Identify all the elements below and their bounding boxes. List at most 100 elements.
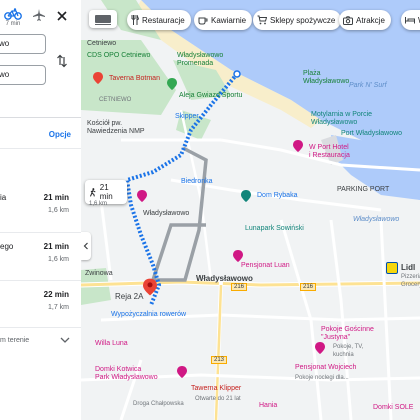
destination-pin-icon[interactable] [143,278,157,296]
hotel-pin-icon[interactable] [137,190,147,202]
road-shield: 216 [231,283,248,291]
chip-groceries[interactable]: Sklepy spożywcze [253,10,342,30]
fork-knife-icon [131,15,139,25]
route-name: ia [0,193,7,202]
divider [0,280,81,281]
map-canvas[interactable]: Restauracje Kawiarnie Sklepy spożywcze A… [81,0,420,420]
directions-panel: 7 min wo wo Opcje ia 21 min 1,6 km ego 2… [0,0,81,420]
map-label: Władysławowo [196,274,253,283]
map-label: Droga Chałpowska [133,401,184,407]
panel-header: 7 min wo wo [0,0,81,118]
divider [0,148,81,149]
walking-icon [90,187,96,197]
hotel-pin-icon[interactable] [233,250,243,262]
route-time-bubble[interactable]: 21 min 1,6 km [85,180,127,207]
chip-restaurants[interactable]: Restauracje [127,10,191,30]
map-label: Władysławowo Promenada [177,52,224,67]
layers-icon [95,15,111,25]
map-base [81,0,420,420]
origin-input[interactable]: wo [0,34,46,54]
map-label: PARKING PORT [337,186,390,193]
map-label: Pensjonat Wojciech [295,364,357,371]
route-time: 21 min [43,193,69,202]
map-label: Cetniewo [87,40,117,47]
map-label: Park N' Surf [349,82,387,89]
hotel-pin-icon[interactable] [315,342,325,354]
park-pin-icon[interactable] [167,78,177,90]
route-time: 22 min [43,290,69,299]
terrain-label: m terenie [0,337,30,344]
road-shield: 216 [300,283,317,291]
divider [0,232,81,233]
airplane-icon [33,9,45,21]
chip-label: Sklepy spożywcze [270,15,336,25]
map-label: Skipper [175,113,199,120]
map-label: Domki Kotwica Park Władysławowo [95,366,158,381]
map-label: W Port Hotel i Restauracja [309,144,350,159]
chip-label: Atrakcje [356,15,385,25]
map-label: Taverna Botman [109,75,160,82]
bicycle-icon [4,8,22,20]
close-button[interactable] [54,8,70,24]
swap-button[interactable] [56,54,68,68]
chip-hotels[interactable]: Wi [401,10,420,30]
road-shield: 213 [211,356,228,364]
map-label: Biedronka [181,178,213,185]
map-label: Lunapark Sowiński [245,225,304,232]
swap-icon [57,54,67,68]
collapse-panel-button[interactable] [81,232,91,260]
bubble-time: 21 min [99,183,113,201]
route-distance: 1,6 km [47,207,69,214]
camera-icon [343,15,353,25]
bike-mode-tab[interactable]: 7 min [4,8,22,27]
coffee-icon [198,17,208,24]
cart-icon [257,15,267,25]
map-label: Plaża Władysławowo [303,70,350,85]
map-label: Pokoje Gościnne "Justyna" [321,326,374,341]
route-option[interactable]: ia 21 min 1,6 km [0,193,81,249]
lidl-logo [386,262,398,274]
map-label: Władysławowo [353,216,400,223]
map-label: Aleja Gwiazd Sportu [179,92,243,99]
hotel-pin-icon[interactable] [293,140,303,152]
map-label: Pizzeria Grocery [401,274,420,288]
map-label: Wypożyczalnia rowerów [111,311,187,318]
map-label: Kościół pw. Nawiedzenia NMP [87,120,145,135]
map-label: Motylarnia w Porcie Władysławowo [311,111,373,126]
map-label: Dom Rybaka [257,192,298,199]
layers-button[interactable] [89,10,117,28]
route-distance: 1,6 km [47,256,69,263]
route-distance: 1,7 km [47,304,69,311]
map-label: Willa Luna [95,340,128,347]
map-label: Tawerna Klipper [191,385,242,392]
route-time: 21 min [43,242,69,251]
bed-icon [405,17,415,24]
divider [0,327,81,328]
restaurant-pin-icon[interactable] [93,72,103,84]
hotel-pin-icon[interactable] [177,366,187,378]
close-icon [57,11,67,21]
flight-mode-tab[interactable] [32,8,46,22]
options-link[interactable]: Opcje [49,130,71,139]
map-label: Port Władysławowo [341,130,403,137]
chevron-down-icon[interactable] [60,336,70,344]
chip-cafes[interactable]: Kawiarnie [194,10,253,30]
chip-label: Restauracje [142,15,185,25]
chip-attractions[interactable]: Atrakcje [339,10,391,30]
bike-mode-time: 7 min [5,21,21,27]
map-label: Zwinowa [85,270,113,277]
route-name: ego [0,242,14,251]
map-label: Pokoje, TV, kuchnia [333,344,364,358]
map-label: CETNIEWO [99,97,132,103]
destination-label: Reja 2A [115,292,144,301]
bubble-distance: 1,6 km [89,201,108,207]
landmark-pin-icon[interactable] [241,190,251,202]
map-label: Pokoje noclegi dla... [295,375,349,381]
destination-input[interactable]: wo [0,65,46,85]
chevron-left-icon [83,242,88,250]
map-label: Otwarte do 21 lat [195,396,241,402]
map-label: Domki SOLE [373,404,414,411]
map-label: Hania [259,402,278,409]
chip-label: Kawiarnie [211,15,247,25]
map-label: CDS OPO Cetniewo [87,52,151,59]
